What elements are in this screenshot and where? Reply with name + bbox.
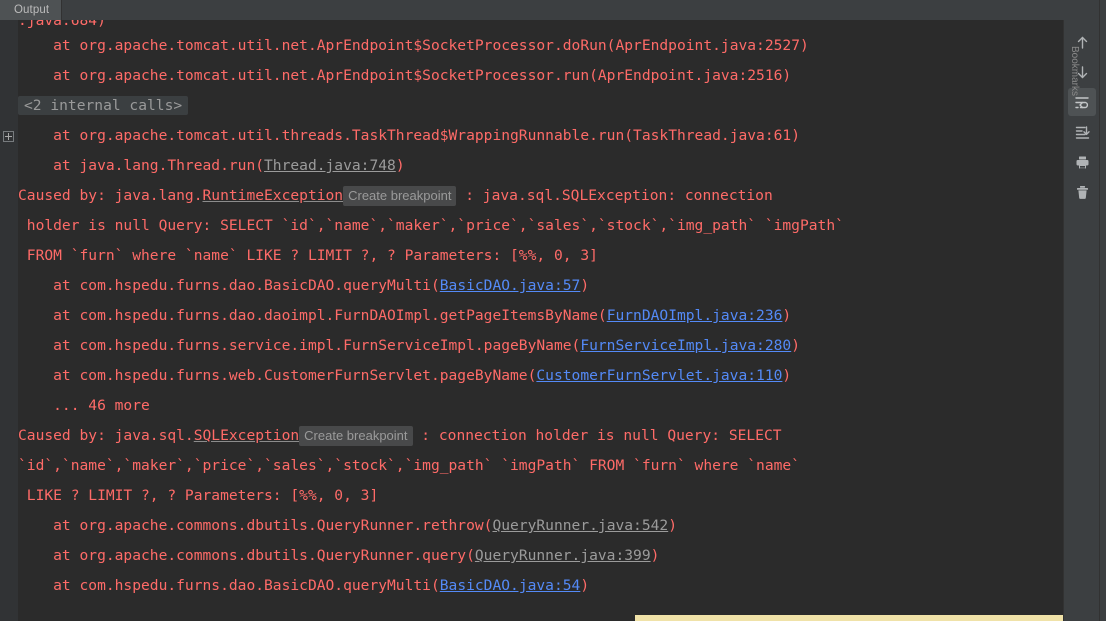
console-text: .java:684) at org.apache.tomcat.util.net… — [18, 20, 1063, 601]
create-breakpoint-chip[interactable]: Create breakpoint — [343, 186, 457, 206]
wrapped-message-line: FROM `furn` where `name` LIKE ? LIMIT ?,… — [18, 241, 1063, 271]
source-link[interactable]: FurnServiceImpl.java:280 — [580, 337, 791, 354]
wrapped-message-line: holder is null Query: SELECT `id`,`name`… — [18, 211, 1063, 241]
wrapped-message-text: `id`,`name`,`maker`,`price`,`sales`,`sto… — [18, 457, 800, 474]
folded-frames-line: <2 internal calls> — [18, 91, 1063, 121]
stack-trace-line: at org.apache.commons.dbutils.QueryRunne… — [18, 511, 1063, 541]
clipped-text: .java:684) — [18, 20, 106, 29]
stack-trace-line: at com.hspedu.furns.web.CustomerFurnServ… — [18, 361, 1063, 391]
exception-class-link[interactable]: RuntimeException — [203, 187, 344, 204]
stack-frame-tail: ) — [791, 127, 800, 144]
stack-frame-text: at org.apache.tomcat.util.threads.TaskTh… — [18, 127, 634, 144]
stack-trace-line: at org.apache.commons.dbutils.QueryRunne… — [18, 541, 1063, 571]
console-gutter — [0, 20, 18, 621]
create-breakpoint-chip[interactable]: Create breakpoint — [299, 426, 413, 446]
stack-frame-tail: ) — [580, 277, 590, 294]
source-link: AprEndpoint.java:2527 — [615, 37, 800, 54]
stack-trace-line: at org.apache.tomcat.util.threads.TaskTh… — [18, 121, 1063, 151]
source-link[interactable]: FurnDAOImpl.java:236 — [607, 307, 783, 324]
stack-frame-tail: ) — [395, 157, 405, 174]
exception-class-link[interactable]: SQLException — [194, 427, 299, 444]
progress-bar — [635, 615, 1063, 621]
stack-trace-line: at java.lang.Thread.run(Thread.java:748) — [18, 151, 1063, 181]
tool-window-tab-strip: Output — [0, 0, 1089, 21]
caused-by-line: Caused by: java.sql.SQLException Create b… — [18, 421, 1063, 451]
stack-frame-text: at org.apache.tomcat.util.net.AprEndpoin… — [18, 37, 616, 54]
source-link[interactable]: BasicDAO.java:54 — [440, 577, 581, 594]
caused-by-prefix: Caused by: java.sql. — [18, 427, 194, 444]
caused-by-line: Caused by: java.lang.RuntimeException Cre… — [18, 181, 1063, 211]
source-link[interactable]: Thread.java:748 — [264, 157, 396, 174]
source-link[interactable]: QueryRunner.java:399 — [475, 547, 651, 564]
wrapped-message-text: LIKE ? LIMIT ?, ? Parameters: [%%, 0, 3] — [18, 487, 379, 504]
stack-frame-text: at com.hspedu.furns.service.impl.FurnSer… — [18, 337, 581, 354]
caused-by-message: : connection holder is null Query: SELEC… — [412, 427, 782, 444]
right-tool-window-strip[interactable]: Bookmarks — [1069, 0, 1106, 621]
stack-frame-text: at java.lang.Thread.run( — [18, 157, 265, 174]
stack-trace-line: at com.hspedu.furns.service.impl.FurnSer… — [18, 331, 1063, 361]
stack-frame-text: at com.hspedu.furns.dao.BasicDAO.queryMu… — [18, 277, 440, 294]
caused-by-message: : java.sql.SQLException: connection — [456, 187, 773, 204]
stack-trace-line: at com.hspedu.furns.dao.daoimpl.FurnDAOI… — [18, 301, 1063, 331]
source-link: AprEndpoint.java:2516 — [597, 67, 783, 84]
stack-frame-text: at org.apache.commons.dbutils.QueryRunne… — [18, 547, 475, 564]
tab-output-label: Output — [14, 4, 50, 16]
stack-frame-text: at com.hspedu.furns.dao.BasicDAO.queryMu… — [18, 577, 440, 594]
more-frames-text: ... 46 more — [18, 397, 150, 414]
clipped-line: .java:684) — [18, 20, 1063, 31]
source-link: TaskThread.java:61 — [633, 127, 792, 144]
right-tool-window-label[interactable]: Bookmarks — [1069, 46, 1080, 136]
stack-frame-text: at com.hspedu.furns.dao.daoimpl.FurnDAOI… — [18, 307, 607, 324]
wrapped-message-line: `id`,`name`,`maker`,`price`,`sales`,`sto… — [18, 451, 1063, 481]
wrapped-message-text: FROM `furn` where `name` LIKE ? LIMIT ?,… — [18, 247, 598, 264]
stack-frame-tail: ) — [791, 337, 800, 354]
print-icon[interactable] — [1068, 148, 1096, 176]
wrapped-message-line: LIKE ? LIMIT ?, ? Parameters: [%%, 0, 3] — [18, 481, 1063, 511]
stack-frame-text: at org.apache.commons.dbutils.QueryRunne… — [18, 517, 493, 534]
more-frames-line: ... 46 more — [18, 391, 1063, 421]
stack-trace-line: at com.hspedu.furns.dao.BasicDAO.queryMu… — [18, 571, 1063, 601]
stack-trace-line: at org.apache.tomcat.util.net.AprEndpoin… — [18, 31, 1063, 61]
stack-frame-tail: ) — [799, 37, 809, 54]
trash-icon[interactable] — [1068, 178, 1096, 206]
tab-output[interactable]: Output — [0, 0, 63, 20]
console-output-area[interactable]: .java:684) at org.apache.tomcat.util.net… — [0, 20, 1063, 621]
source-link[interactable]: CustomerFurnServlet.java:110 — [536, 367, 782, 384]
source-link[interactable]: QueryRunner.java:542 — [492, 517, 668, 534]
stack-frame-tail: ) — [580, 577, 590, 594]
folded-frames-chip[interactable]: <2 internal calls> — [18, 96, 189, 115]
stack-frame-tail: ) — [782, 67, 792, 84]
caused-by-prefix: Caused by: java.lang. — [18, 187, 203, 204]
stack-frame-tail: ) — [782, 307, 792, 324]
ide-output-tool-window: Output .java:684) at org.apache.tomcat.u… — [0, 0, 1106, 621]
stack-frame-tail: ) — [668, 517, 677, 534]
stack-frame-text: at org.apache.tomcat.util.net.AprEndpoin… — [18, 67, 598, 84]
stack-trace-line: at com.hspedu.furns.dao.BasicDAO.queryMu… — [18, 271, 1063, 301]
stack-trace-line: at org.apache.tomcat.util.net.AprEndpoin… — [18, 61, 1063, 91]
stack-frame-tail: ) — [650, 547, 660, 564]
source-link[interactable]: BasicDAO.java:57 — [440, 277, 581, 294]
fold-expand-icon[interactable] — [3, 131, 14, 142]
wrapped-message-text: holder is null Query: SELECT `id`,`name`… — [18, 217, 844, 234]
stack-frame-tail: ) — [782, 367, 792, 384]
stack-frame-text: at com.hspedu.furns.web.CustomerFurnServ… — [18, 367, 537, 384]
